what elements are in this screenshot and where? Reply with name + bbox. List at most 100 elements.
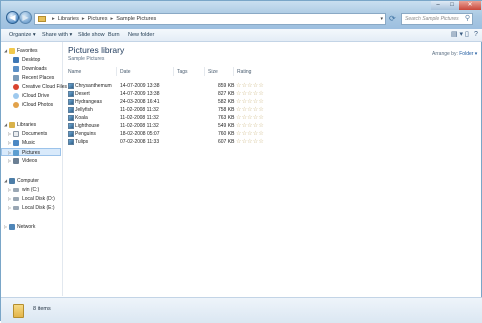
nav-videos[interactable]: ▷ Videos bbox=[1, 157, 61, 165]
file-row[interactable]: Chrysanthemum 14-07-2009 13:38 859 KB ☆☆… bbox=[66, 82, 270, 90]
address-bar[interactable]: ▸ Libraries ▸ Pictures ▸ Sample Pictures ▾ bbox=[34, 13, 386, 25]
column-header-name[interactable]: Name bbox=[68, 69, 81, 75]
nav-favorites-label: Favorites bbox=[17, 48, 38, 54]
rating-stars[interactable]: ☆☆☆☆☆ bbox=[236, 98, 264, 106]
column-divider[interactable] bbox=[173, 67, 174, 76]
column-header-size[interactable]: Size bbox=[208, 69, 218, 75]
file-name: Hydrangeas bbox=[75, 99, 102, 105]
rating-stars[interactable]: ☆☆☆☆☆ bbox=[236, 122, 264, 130]
window-controls: – □ ✕ bbox=[431, 1, 481, 10]
forward-button[interactable]: ▶ bbox=[19, 11, 32, 24]
breadcrumb-separator[interactable]: ▸ bbox=[52, 14, 55, 24]
file-date: 14-07-2009 13:38 bbox=[120, 83, 160, 89]
file-row[interactable]: Hydrangeas 24-03-2008 16:41 582 KB ☆☆☆☆☆ bbox=[66, 98, 270, 106]
help-icon[interactable]: ? bbox=[474, 30, 478, 40]
share-with-button[interactable]: Share with ▾ bbox=[42, 29, 72, 41]
expand-icon[interactable]: ▷ bbox=[4, 223, 7, 231]
nav-drive-c[interactable]: ▷ win (C:) bbox=[1, 186, 61, 194]
rating-stars[interactable]: ☆☆☆☆☆ bbox=[236, 106, 264, 114]
file-name: Desert bbox=[75, 91, 90, 97]
nav-music[interactable]: ▷ Music bbox=[1, 139, 61, 147]
column-divider[interactable] bbox=[116, 67, 117, 76]
file-date: 18-02-2008 05:07 bbox=[120, 131, 160, 137]
collapse-icon[interactable]: ◢ bbox=[4, 47, 7, 55]
nav-icloud-drive[interactable]: iCloud Drive bbox=[1, 92, 61, 100]
minimize-button[interactable]: – bbox=[431, 1, 445, 10]
nav-libraries[interactable]: ◢ Libraries bbox=[1, 121, 61, 129]
arrange-by-label: Arrange by: bbox=[432, 51, 458, 57]
column-header-date[interactable]: Date bbox=[120, 69, 131, 75]
column-header-rating[interactable]: Rating bbox=[237, 69, 251, 75]
close-button[interactable]: ✕ bbox=[459, 1, 481, 10]
nav-network[interactable]: ▷ Network bbox=[1, 223, 61, 231]
expand-icon[interactable]: ▷ bbox=[8, 130, 11, 138]
file-row[interactable]: Jellyfish 11-02-2008 11:32 758 KB ☆☆☆☆☆ bbox=[66, 106, 270, 114]
file-row[interactable]: Tulips 07-02-2008 11:33 607 KB ☆☆☆☆☆ bbox=[66, 138, 270, 146]
breadcrumb-pictures[interactable]: Pictures bbox=[88, 16, 108, 22]
rating-stars[interactable]: ☆☆☆☆☆ bbox=[236, 130, 264, 138]
back-button[interactable]: ◀ bbox=[6, 11, 19, 24]
command-bar: Organize ▾ Share with ▾ Slide show Burn … bbox=[1, 29, 482, 42]
creative-cloud-icon bbox=[13, 84, 19, 90]
address-dropdown-icon[interactable]: ▾ bbox=[380, 14, 383, 24]
file-row[interactable]: Penguins 18-02-2008 05:07 760 KB ☆☆☆☆☆ bbox=[66, 130, 270, 138]
nav-pictures[interactable]: ▷ Pictures bbox=[1, 148, 61, 156]
expand-icon[interactable]: ▷ bbox=[8, 149, 11, 157]
new-folder-button[interactable]: New folder bbox=[128, 29, 154, 41]
search-input[interactable]: Search Sample Pictures ⚲ bbox=[401, 13, 473, 25]
file-row[interactable]: Koala 11-02-2008 11:32 763 KB ☆☆☆☆☆ bbox=[66, 114, 270, 122]
rating-stars[interactable]: ☆☆☆☆☆ bbox=[236, 90, 264, 98]
nav-drive-e[interactable]: ▷ Local Disk (E:) bbox=[1, 204, 61, 212]
column-divider[interactable] bbox=[204, 67, 205, 76]
downloads-icon bbox=[13, 66, 19, 72]
expand-icon[interactable]: ▷ bbox=[8, 204, 11, 212]
collapse-icon[interactable]: ◢ bbox=[4, 177, 7, 185]
nav-drive-d[interactable]: ▷ Local Disk (D:) bbox=[1, 195, 61, 203]
arrange-by[interactable]: Arrange by: Folder ▾ bbox=[432, 51, 477, 57]
file-date: 24-03-2008 16:41 bbox=[120, 99, 160, 105]
breadcrumb-separator[interactable]: ▸ bbox=[111, 14, 114, 24]
preview-pane-icon[interactable]: ▯ bbox=[465, 30, 469, 40]
file-row[interactable]: Lighthouse 11-02-2008 11:32 549 KB ☆☆☆☆☆ bbox=[66, 122, 270, 130]
nav-favorites[interactable]: ◢ Favorites bbox=[1, 47, 61, 55]
nav-documents[interactable]: ▷ Documents bbox=[1, 130, 61, 138]
rating-stars[interactable]: ☆☆☆☆☆ bbox=[236, 114, 264, 122]
breadcrumb-sample-pictures[interactable]: Sample Pictures bbox=[116, 16, 156, 22]
nav-drive-e-label: Local Disk (E:) bbox=[22, 205, 55, 211]
location-subtitle[interactable]: Sample Pictures bbox=[68, 56, 104, 62]
refresh-button[interactable]: ⟳ bbox=[389, 13, 399, 25]
navigation-pane: ◢ Favorites Desktop Downloads Recent Pla… bbox=[1, 42, 67, 296]
expand-icon[interactable]: ▷ bbox=[8, 139, 11, 147]
breadcrumb-separator[interactable]: ▸ bbox=[82, 14, 85, 24]
arrange-by-value[interactable]: Folder ▾ bbox=[459, 51, 477, 57]
expand-icon[interactable]: ▷ bbox=[8, 186, 11, 194]
file-size: 763 KB bbox=[218, 115, 235, 121]
search-icon[interactable]: ⚲ bbox=[465, 14, 470, 24]
pictures-icon bbox=[13, 150, 19, 156]
rating-stars[interactable]: ☆☆☆☆☆ bbox=[236, 82, 264, 90]
status-bar: 8 items bbox=[1, 297, 482, 323]
file-row[interactable]: Desert 14-07-2009 13:38 827 KB ☆☆☆☆☆ bbox=[66, 90, 270, 98]
expand-icon[interactable]: ▷ bbox=[8, 157, 11, 165]
column-header-tags[interactable]: Tags bbox=[177, 69, 188, 75]
organize-button[interactable]: Organize ▾ bbox=[9, 29, 36, 41]
collapse-icon[interactable]: ◢ bbox=[4, 121, 7, 129]
nav-computer[interactable]: ◢ Computer bbox=[1, 177, 61, 185]
back-arrow-icon: ◀ bbox=[9, 13, 16, 22]
column-divider[interactable] bbox=[233, 67, 234, 76]
burn-button[interactable]: Burn bbox=[108, 29, 120, 41]
slide-show-button[interactable]: Slide show bbox=[78, 29, 105, 41]
breadcrumb-libraries[interactable]: Libraries bbox=[58, 16, 79, 22]
photos-icon bbox=[13, 102, 19, 108]
change-view-icon[interactable]: ▤ ▾ bbox=[451, 30, 463, 40]
nav-creative-cloud[interactable]: Creative Cloud Files bbox=[1, 83, 67, 91]
expand-icon[interactable]: ▷ bbox=[8, 195, 11, 203]
maximize-button[interactable]: □ bbox=[445, 1, 459, 10]
nav-icloud-photos[interactable]: iCloud Photos bbox=[1, 101, 61, 109]
image-file-icon bbox=[68, 107, 74, 113]
nav-recent-places[interactable]: Recent Places bbox=[1, 74, 61, 82]
file-name: Penguins bbox=[75, 131, 96, 137]
nav-downloads[interactable]: Downloads bbox=[1, 65, 61, 73]
rating-stars[interactable]: ☆☆☆☆☆ bbox=[236, 138, 264, 146]
nav-desktop[interactable]: Desktop bbox=[1, 56, 61, 64]
